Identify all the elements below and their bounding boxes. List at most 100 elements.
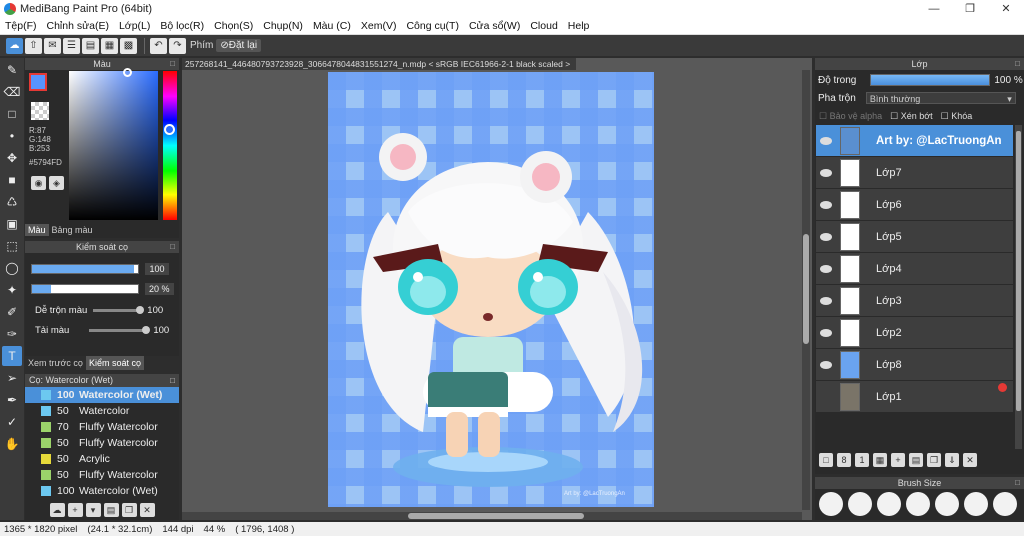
hue-slider[interactable]	[163, 71, 177, 220]
cloud-icon[interactable]: ☁	[6, 37, 23, 54]
brush-folder-icon[interactable]: ▤	[103, 503, 119, 517]
menu-layer[interactable]: Lớp(L)	[114, 20, 155, 32]
artwork-canvas[interactable]: Art by: @LacTruongAn	[328, 72, 654, 507]
brush-size-preset[interactable]	[906, 492, 930, 516]
visibility-eye-icon[interactable]	[820, 232, 832, 241]
layer-item[interactable]: Lớp5	[816, 221, 1013, 253]
fill-rect-tool-icon[interactable]: ■	[2, 170, 22, 190]
brush-size-preset[interactable]	[964, 492, 988, 516]
text-tool-icon[interactable]: T	[2, 346, 22, 366]
layer-item[interactable]: Lớp1	[816, 381, 1013, 413]
new-layer-1bit-icon[interactable]: 1	[855, 453, 869, 467]
menu-filter[interactable]: Bộ lọc(R)	[155, 20, 209, 32]
panel-pin-icon[interactable]: □	[170, 374, 175, 387]
brush-size-preset[interactable]	[993, 492, 1017, 516]
duplicate-layer-icon[interactable]: ❐	[927, 453, 941, 467]
canvas-vertical-thumb[interactable]	[803, 234, 809, 344]
brush-list-item[interactable]: 50 Fluffy Watercolor	[25, 435, 179, 451]
bucket-tool-icon[interactable]: ♺	[2, 192, 22, 212]
mix-slider[interactable]	[93, 306, 145, 314]
brush-list-item[interactable]: 100 Watercolor (Wet)	[25, 483, 179, 499]
hue-cursor[interactable]	[164, 124, 175, 135]
brush-list-item[interactable]: 50 Fluffy Watercolor	[25, 467, 179, 483]
new-layer-icon[interactable]: □	[819, 453, 833, 467]
comment-icon[interactable]: ✉	[44, 37, 61, 54]
visibility-eye-icon[interactable]	[820, 136, 832, 145]
merge-layer-icon[interactable]: ⇓	[945, 453, 959, 467]
select-pen-tool-icon[interactable]: ✐	[2, 302, 22, 322]
layer-opacity-bar[interactable]	[870, 74, 991, 86]
tab-color[interactable]: Màu	[25, 224, 49, 236]
move-tool-icon[interactable]: ✥	[2, 148, 22, 168]
operation-tool-icon[interactable]: ➢	[2, 368, 22, 388]
select-rect-tool-icon[interactable]: ⬚	[2, 236, 22, 256]
menu-window[interactable]: Cửa sổ(W)	[464, 20, 525, 32]
menu-tools[interactable]: Công cụ(T)	[401, 20, 464, 32]
layer-item[interactable]: Lớp7	[816, 157, 1013, 189]
amount-knob[interactable]	[142, 326, 151, 334]
halftone-layer-icon[interactable]: ▦	[873, 453, 887, 467]
canvas-horizontal-scrollbar[interactable]	[182, 512, 802, 520]
brush-size-preset[interactable]	[848, 492, 872, 516]
gradient-tool-icon[interactable]: ▣	[2, 214, 22, 234]
layer-scroll-thumb[interactable]	[1016, 131, 1021, 411]
menu-color[interactable]: Màu (C)	[308, 20, 356, 32]
layer-item[interactable]: Lớp6	[816, 189, 1013, 221]
panel-pin-icon[interactable]: □	[170, 58, 175, 70]
document-icon[interactable]: ▦	[101, 37, 118, 54]
canvas-horizontal-thumb[interactable]	[408, 513, 584, 519]
dropper-tool-icon[interactable]: ✒	[2, 390, 22, 410]
brush-list-item[interactable]: 50 Watercolor	[25, 403, 179, 419]
brush-dropdown-icon[interactable]: ▾	[85, 503, 101, 517]
brush-add-icon[interactable]: +	[67, 503, 83, 517]
menu-help[interactable]: Help	[563, 20, 595, 32]
amount-slider[interactable]	[89, 326, 151, 334]
brush-list-item[interactable]: 50 Acrylic	[25, 451, 179, 467]
saturation-value-picker[interactable]	[69, 71, 158, 220]
panel-pin-icon[interactable]: □	[1015, 58, 1020, 70]
layer-scrollbar[interactable]	[1015, 125, 1022, 449]
protect-alpha-checkbox[interactable]: ☐ Bảo vệ alpha	[819, 111, 882, 122]
lasso-tool-icon[interactable]: ◯	[2, 258, 22, 278]
brush-list-item[interactable]: 70 Fluffy Watercolor	[25, 419, 179, 435]
layer-add-dropdown-icon[interactable]: +	[891, 453, 905, 467]
tab-brush-preview[interactable]: Xem trước cọ	[25, 356, 86, 370]
maximize-icon[interactable]: ❐	[952, 0, 988, 18]
brush-cloud-icon[interactable]: ☁	[49, 503, 65, 517]
palette-icon[interactable]: ◉	[31, 176, 46, 190]
brush-size-bar[interactable]	[31, 264, 139, 274]
panel-pin-icon[interactable]: □	[170, 241, 175, 253]
menu-select[interactable]: Chọn(S)	[209, 20, 258, 32]
visibility-eye-icon[interactable]	[820, 360, 832, 369]
layer-item[interactable]: Art by: @LacTruongAn	[816, 125, 1013, 157]
brush-size-value[interactable]: 100	[145, 263, 169, 275]
share-icon[interactable]: ⇧	[25, 37, 42, 54]
canvas-vertical-scrollbar[interactable]	[802, 70, 810, 510]
redo-icon[interactable]: ↷	[169, 37, 186, 54]
brush-size-preset[interactable]	[935, 492, 959, 516]
mix-knob[interactable]	[136, 306, 145, 314]
undo-icon[interactable]: ↶	[150, 37, 167, 54]
brush-delete-icon[interactable]: ✕	[139, 503, 155, 517]
pipette-tool-icon[interactable]: ✓	[2, 412, 22, 432]
menu-cloud[interactable]: Cloud	[525, 20, 562, 32]
brush-opacity-value[interactable]: 20 %	[145, 283, 174, 295]
minimize-icon[interactable]: —	[916, 0, 952, 18]
new-layer-8bit-icon[interactable]: 8	[837, 453, 851, 467]
layer-item[interactable]: Lớp3	[816, 285, 1013, 317]
visibility-eye-icon[interactable]	[820, 168, 832, 177]
layer-item[interactable]: Lớp4	[816, 253, 1013, 285]
eraser-tool-icon[interactable]: ⌫	[2, 82, 22, 102]
clip-checkbox[interactable]: ☐ Xén bớt	[890, 111, 933, 122]
grid-icon[interactable]: ▩	[120, 37, 137, 54]
panel-pin-icon[interactable]: □	[1015, 477, 1020, 489]
visibility-eye-icon[interactable]	[820, 393, 832, 401]
select-eraser-tool-icon[interactable]: ✑	[2, 324, 22, 344]
menu-edit[interactable]: Chỉnh sửa(E)	[42, 20, 114, 32]
page-icon[interactable]: ▤	[82, 37, 99, 54]
hand-tool-icon[interactable]: ✋	[2, 434, 22, 454]
layer-item[interactable]: Lớp2	[816, 317, 1013, 349]
brush-list-item[interactable]: 100 Watercolor (Wet)	[25, 387, 179, 403]
brush-tool-icon[interactable]: ✎	[2, 60, 22, 80]
rectangle-tool-icon[interactable]: □	[2, 104, 22, 124]
